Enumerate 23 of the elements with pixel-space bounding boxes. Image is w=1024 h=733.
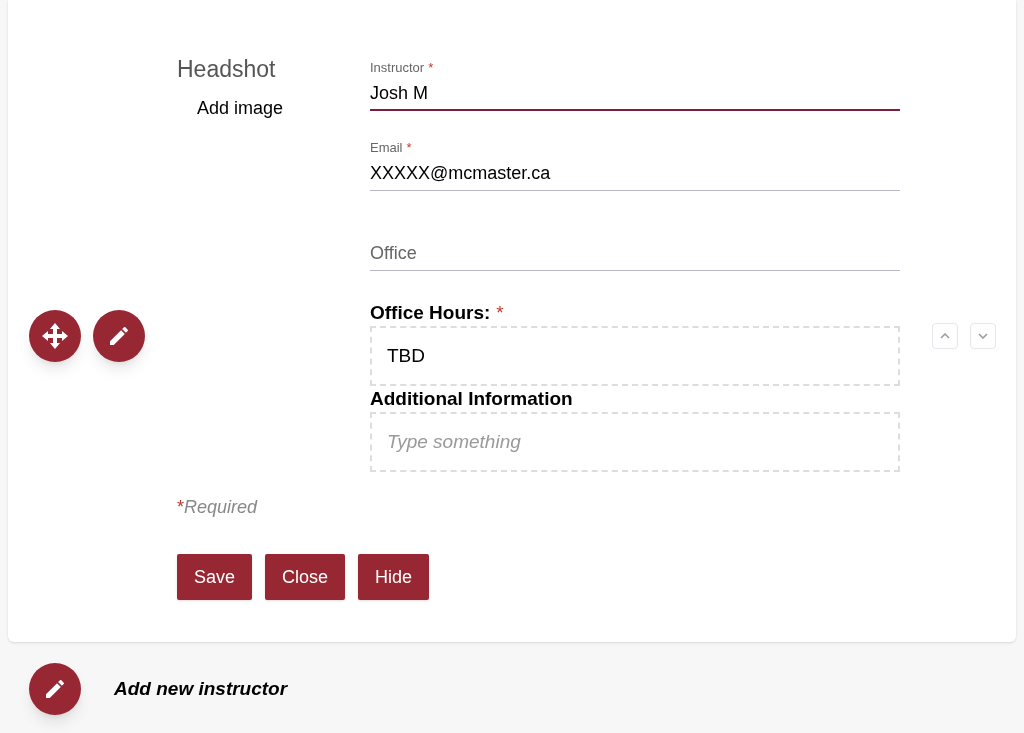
- action-button[interactable]: Close: [265, 554, 346, 600]
- pencil-icon: [43, 677, 67, 701]
- text-field[interactable]: XXXXX@mcmaster.ca: [370, 157, 900, 191]
- text-field[interactable]: Josh M: [370, 77, 900, 111]
- action-button[interactable]: Hide: [358, 554, 430, 600]
- text-field[interactable]: Office: [370, 237, 900, 271]
- add-new-instructor-link[interactable]: Add new instructor: [114, 674, 288, 704]
- required-note: *Required: [177, 497, 258, 517]
- section-title: Headshot: [177, 55, 277, 83]
- pencil-icon: [107, 324, 131, 348]
- move-icon: [41, 322, 69, 350]
- field-label: Office Hours: *: [370, 301, 504, 325]
- action-button[interactable]: Save: [177, 554, 253, 600]
- chevron-down-icon: [978, 333, 988, 339]
- edit-button[interactable]: [93, 310, 145, 362]
- chevron-up-icon: [940, 333, 950, 339]
- add-instructor-button[interactable]: [29, 663, 81, 715]
- move-button[interactable]: [29, 310, 81, 362]
- field-label: Additional Information: [370, 387, 573, 411]
- field-label: Email *: [370, 138, 412, 157]
- add-image-button[interactable]: Add image: [197, 95, 284, 122]
- text-editor[interactable]: TBD: [370, 326, 900, 386]
- field-label: Instructor *: [370, 58, 434, 77]
